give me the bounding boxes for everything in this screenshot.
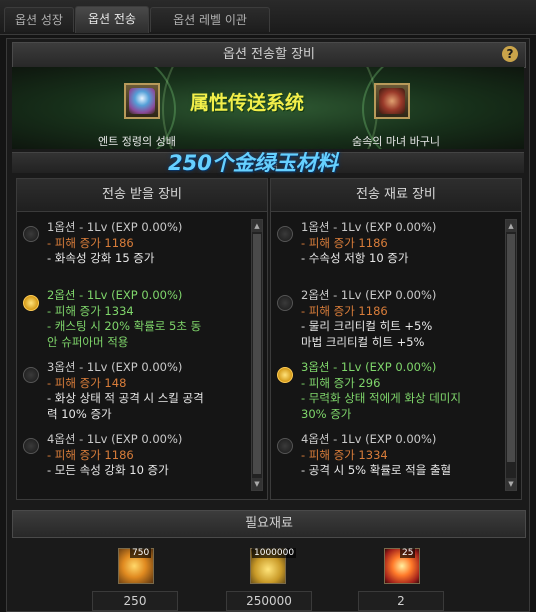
receive-option-4[interactable]: 4옵션 - 1Lv (EXP 0.00%) - 피해 증가 1186- 모든 속성…: [17, 431, 239, 497]
tab-option-level-transfer[interactable]: 옵션 레벨 이관: [150, 7, 270, 32]
help-icon[interactable]: ?: [502, 46, 518, 62]
option-effect-text: - 공격 시 5% 확률로 적을 출혈: [301, 463, 452, 477]
option-radio[interactable]: [277, 226, 293, 242]
receive-equipment-slot[interactable]: [124, 83, 160, 119]
option-effect-text: - 피해 증가 1334: [301, 447, 388, 462]
receive-option-1[interactable]: 1옵션 - 1Lv (EXP 0.00%) - 피해 증가 1186- 화속성 강…: [17, 219, 239, 285]
option-radio[interactable]: [277, 367, 293, 383]
option-radio[interactable]: [277, 438, 293, 454]
material-stack: 750: [130, 548, 152, 558]
option-radio[interactable]: [23, 367, 39, 383]
scroll-up-icon[interactable]: ▲: [252, 220, 262, 232]
option-effect-text: - 피해 증가 1186: [47, 447, 134, 462]
scroll-down-icon[interactable]: ▼: [506, 478, 516, 490]
option-level-text: 1옵션 - 1Lv (EXP 0.00%): [47, 220, 183, 234]
tab-bar: 옵션 성장 옵션 전송 옵션 레벨 이관: [0, 0, 536, 35]
option-effect-text: - 화상 상태 적 공격 시 스킬 공격: [47, 391, 204, 405]
material-panel-title: 전송 재료 장비: [271, 179, 521, 212]
scroll-up-icon[interactable]: ▲: [506, 220, 516, 232]
material-equipment-name: 숨속의 마녀 바구니: [352, 135, 440, 148]
option-level-text: 3옵션 - 1Lv (EXP 0.00%): [47, 360, 183, 374]
receive-panel-title: 전송 받을 장비: [17, 179, 267, 212]
material-stack: 1000000: [252, 548, 297, 558]
basket-icon: [379, 88, 405, 114]
material-equipment-slot[interactable]: [374, 83, 410, 119]
receive-scrollbar[interactable]: ▲ ▼: [251, 219, 263, 491]
option-effect-text: - 캐스팅 시 20% 확률로 5초 동: [47, 319, 202, 333]
material-option-1[interactable]: 1옵션 - 1Lv (EXP 0.00%) - 피해 증가 1186- 수속성 저…: [271, 219, 493, 285]
option-effect-text: - 피해 증가 296: [301, 375, 381, 390]
receive-option-3[interactable]: 3옵션 - 1Lv (EXP 0.00%) - 피해 증가 148- 화상 상태 …: [17, 359, 239, 425]
option-effect-text: - 수속성 저항 10 증가: [301, 251, 409, 265]
page-title: 옵션 전송할 장비: [223, 47, 315, 62]
option-level-text: 4옵션 - 1Lv (EXP 0.00%): [301, 432, 437, 446]
option-level-text: 2옵션 - 1Lv (EXP 0.00%): [301, 288, 437, 302]
option-effect-text: - 화속성 강화 15 증가: [47, 251, 155, 265]
required-materials-header: 필요재료: [12, 510, 526, 538]
option-radio[interactable]: [277, 295, 293, 311]
option-effect-text: - 피해 증가 1334: [47, 303, 134, 318]
scroll-down-icon[interactable]: ▼: [252, 478, 262, 490]
option-level-text: 4옵션 - 1Lv (EXP 0.00%): [47, 432, 183, 446]
option-radio[interactable]: [23, 295, 39, 311]
option-effect-text: - 피해 증가 148: [47, 375, 127, 390]
option-radio[interactable]: [23, 438, 39, 454]
option-effect-text: 력 10% 증가: [47, 406, 112, 421]
option-effect-text: 안 슈퍼아머 적용: [47, 334, 129, 349]
tab-option-growth[interactable]: 옵션 성장: [4, 7, 74, 32]
material-count: 250000: [226, 591, 312, 611]
option-level-text: 2옵션 - 1Lv (EXP 0.00%): [47, 288, 183, 302]
transfer-equipment-header: 옵션 전송할 장비 ?: [12, 42, 526, 68]
option-level-text: 1옵션 - 1Lv (EXP 0.00%): [301, 220, 437, 234]
option-radio[interactable]: [23, 226, 39, 242]
option-effect-text: - 피해 증가 1186: [301, 303, 388, 318]
option-effect-text: - 피해 증가 1186: [301, 235, 388, 250]
option-level-text: 3옵션 - 1Lv (EXP 0.00%): [301, 360, 437, 374]
option-effect-text: 마법 크리티컬 히트 +5%: [301, 334, 425, 349]
option-effect-text: - 모든 속성 강화 10 증가: [47, 463, 169, 477]
option-effect-text: - 무력화 상태 적에게 화상 데미지: [301, 391, 461, 405]
material-option-2[interactable]: 2옵션 - 1Lv (EXP 0.00%) - 피해 증가 1186- 물리 크리…: [271, 287, 493, 353]
chalice-icon: [129, 88, 155, 114]
receive-equipment-panel: 전송 받을 장비 1옵션 - 1Lv (EXP 0.00%) - 피해 증가 11…: [16, 178, 268, 500]
receive-option-2[interactable]: 2옵션 - 1Lv (EXP 0.00%) - 피해 증가 1334- 캐스팅 시…: [17, 287, 239, 353]
material-count: 2: [358, 591, 444, 611]
material-option-3[interactable]: 3옵션 - 1Lv (EXP 0.00%) - 피해 증가 296- 무력화 상태…: [271, 359, 493, 425]
material-equipment-panel: 전송 재료 장비 1옵션 - 1Lv (EXP 0.00%) - 피해 증가 11…: [270, 178, 522, 500]
scroll-thumb[interactable]: [253, 234, 261, 474]
option-effect-text: 30% 증가: [301, 406, 352, 421]
material-scrollbar[interactable]: ▲ ▼: [505, 219, 517, 491]
material-stack: 25: [400, 548, 416, 558]
material-count: 250: [92, 591, 178, 611]
option-effect-text: - 피해 증가 1186: [47, 235, 134, 250]
scroll-thumb[interactable]: [507, 234, 515, 462]
watermark-title: 属性传送系统: [190, 92, 305, 114]
option-effect-text: - 물리 크리티컬 히트 +5%: [301, 319, 433, 333]
watermark-subtitle: 250个金绿玉材料: [168, 151, 338, 175]
tab-option-transfer[interactable]: 옵션 전송: [75, 6, 149, 33]
receive-equipment-name: 엔트 정령의 성배: [98, 135, 176, 148]
material-option-4[interactable]: 4옵션 - 1Lv (EXP 0.00%) - 피해 증가 1334- 공격 시 …: [271, 431, 493, 497]
